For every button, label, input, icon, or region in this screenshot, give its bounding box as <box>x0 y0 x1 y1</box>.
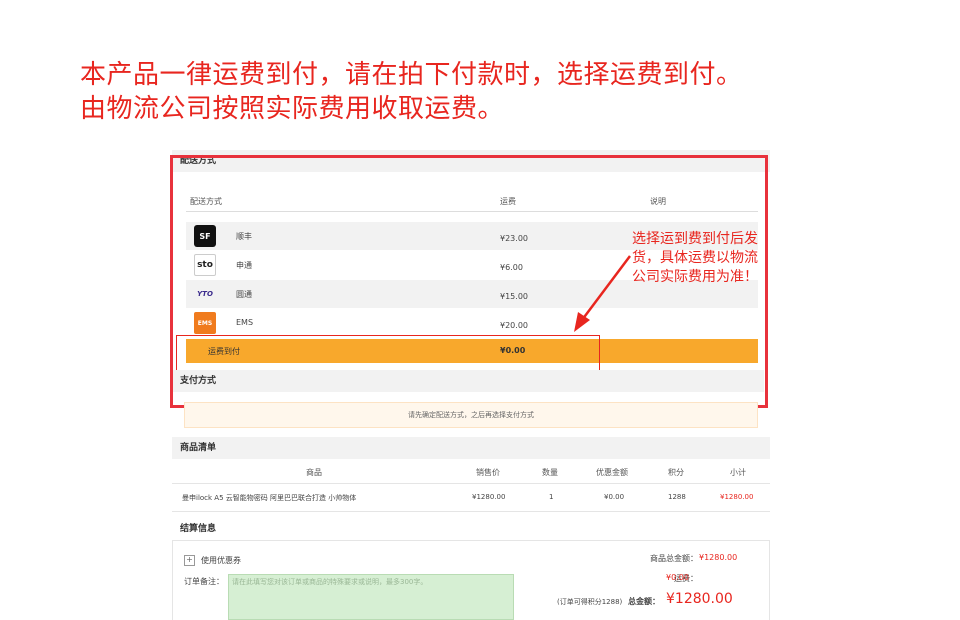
banner-line-2: 由物流公司按照实际费用收取运费。 <box>80 94 505 124</box>
col-subtotal: 小计 <box>730 468 746 477</box>
goods-total-value: ¥1280.00 <box>699 553 738 562</box>
col-price: 销售价 <box>476 468 500 477</box>
use-coupon-toggle[interactable]: + 使用优惠券 <box>184 555 241 566</box>
coupon-label: 使用优惠券 <box>201 556 241 565</box>
order-remark-input[interactable] <box>228 574 514 620</box>
table-row: 曼申ilock A5 云智能物密码 阿里巴巴联合打造 小帅物体 ¥1280.00… <box>172 485 770 512</box>
payment-hint: 请先确定配送方式，之后再选择支付方式 <box>184 402 758 428</box>
product-subtotal: ¥1280.00 <box>720 493 754 501</box>
goods-table-header: 商品 销售价 数量 优惠金额 积分 小计 <box>172 459 770 484</box>
product-points: 1288 <box>668 493 686 501</box>
col-points: 积分 <box>668 468 684 477</box>
banner-line-1: 本产品一律运费到付，请在拍下付款时，选择运费到付。 <box>80 60 743 90</box>
product-name-link[interactable]: 曼申ilock A5 云智能物密码 阿里巴巴联合打造 小帅物体 <box>182 493 356 503</box>
col-discount: 优惠金额 <box>596 468 628 477</box>
col-qty: 数量 <box>542 468 558 477</box>
remark-label: 订单备注： <box>184 577 224 586</box>
grand-total-value: ¥1280.00 <box>666 591 733 607</box>
grand-total-label: 总金额： <box>628 597 660 606</box>
shipping-highlight-frame <box>170 155 768 408</box>
goods-total-label: 商品总金额： <box>650 554 698 563</box>
product-discount: ¥0.00 <box>604 493 625 501</box>
plus-icon: + <box>184 555 195 566</box>
shipping-fee-value: ¥0.00 <box>666 573 689 582</box>
product-price: ¥1280.00 <box>472 493 506 501</box>
settlement-section-title: 结算信息 <box>180 524 217 534</box>
shipping-notice-banner: 本产品一律运费到付，请在拍下付款时，选择运费到付。 由物流公司按照实际费用收取运… <box>80 58 743 126</box>
col-product: 商品 <box>306 468 322 477</box>
goods-section-title: 商品清单 <box>172 437 770 459</box>
points-note: (订单可得积分1288) <box>557 598 623 606</box>
product-qty: 1 <box>549 493 554 501</box>
